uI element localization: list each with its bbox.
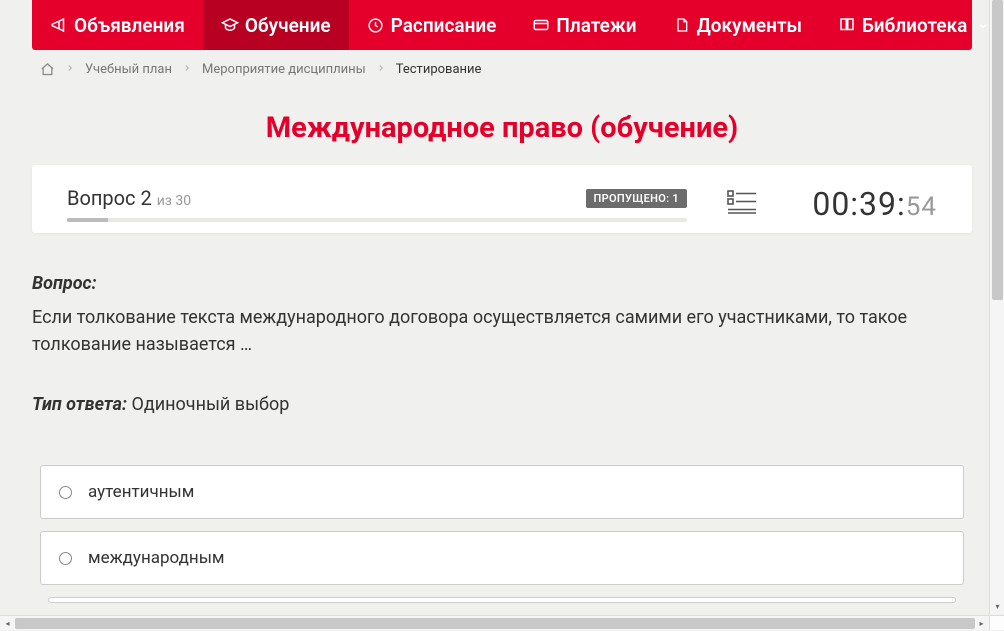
nav-label: Библиотека: [862, 14, 967, 37]
clock-icon: [367, 16, 385, 34]
nav-education[interactable]: Обучение: [203, 0, 349, 50]
scrollbar-thumb[interactable]: [992, 0, 1003, 300]
radio-icon: [59, 552, 72, 565]
answer-option[interactable]: аутентичным: [40, 465, 964, 519]
scrollbar-corner: [989, 615, 1004, 630]
scrollbar-thumb[interactable]: [15, 618, 975, 629]
graduation-cap-icon: [221, 16, 239, 34]
nav-label: Объявления: [74, 14, 185, 37]
scroll-left-icon[interactable]: ◂: [0, 616, 15, 631]
nav-label: Документы: [697, 14, 802, 37]
nav-announcements[interactable]: Объявления: [32, 0, 203, 50]
progress-bar: [67, 218, 687, 222]
question-label: Вопрос:: [32, 273, 972, 294]
horizontal-scrollbar[interactable]: ◂ ▸: [0, 615, 1004, 630]
chevron-right-icon: [65, 62, 75, 77]
card-icon: [532, 16, 550, 34]
skipped-badge: ПРОПУЩЕНО: 1: [586, 189, 687, 208]
nav-documents[interactable]: Документы: [655, 0, 820, 50]
chevron-down-icon: [977, 14, 989, 37]
question-status-panel: Вопрос 2 из 30 ПРОПУЩЕНО: 1: [32, 165, 972, 233]
question-text: Если толкование текста международного до…: [32, 304, 972, 358]
chevron-right-icon: [376, 62, 386, 77]
answer-text: международным: [88, 548, 225, 568]
nav-label: Платежи: [556, 14, 636, 37]
answer-option-partial[interactable]: [48, 597, 956, 603]
book-icon: [838, 16, 856, 34]
page-title: Международное право (обучение): [32, 89, 972, 165]
nav-library[interactable]: Библиотека: [820, 0, 1004, 50]
nav-label: Расписание: [391, 14, 497, 37]
radio-icon: [59, 486, 72, 499]
breadcrumb-item[interactable]: Учебный план: [85, 62, 172, 77]
answer-text: аутентичным: [88, 482, 194, 502]
nav-label: Обучение: [245, 14, 331, 37]
scroll-down-icon[interactable]: ▾: [990, 599, 1004, 614]
breadcrumb: Учебный план Мероприятие дисциплины Тест…: [32, 50, 972, 89]
home-icon[interactable]: [40, 62, 55, 77]
nav-schedule[interactable]: Расписание: [349, 0, 515, 50]
question-list-button[interactable]: [717, 189, 767, 219]
vertical-scrollbar[interactable]: ▴ ▾: [989, 0, 1004, 614]
answer-option[interactable]: международным: [40, 531, 964, 585]
breadcrumb-current: Тестирование: [396, 62, 482, 77]
chevron-right-icon: [182, 62, 192, 77]
timer: 00:39:54: [797, 185, 937, 223]
answer-type: Тип ответа: Одиночный выбор: [32, 394, 972, 415]
breadcrumb-item[interactable]: Мероприятие дисциплины: [202, 62, 366, 77]
megaphone-icon: [50, 16, 68, 34]
nav-payments[interactable]: Платежи: [514, 0, 654, 50]
document-icon: [673, 16, 691, 34]
main-nav: Объявления Обучение Расписание Платежи: [32, 0, 972, 50]
question-number: Вопрос 2 из 30: [67, 186, 191, 210]
scroll-right-icon[interactable]: ▸: [974, 616, 989, 631]
